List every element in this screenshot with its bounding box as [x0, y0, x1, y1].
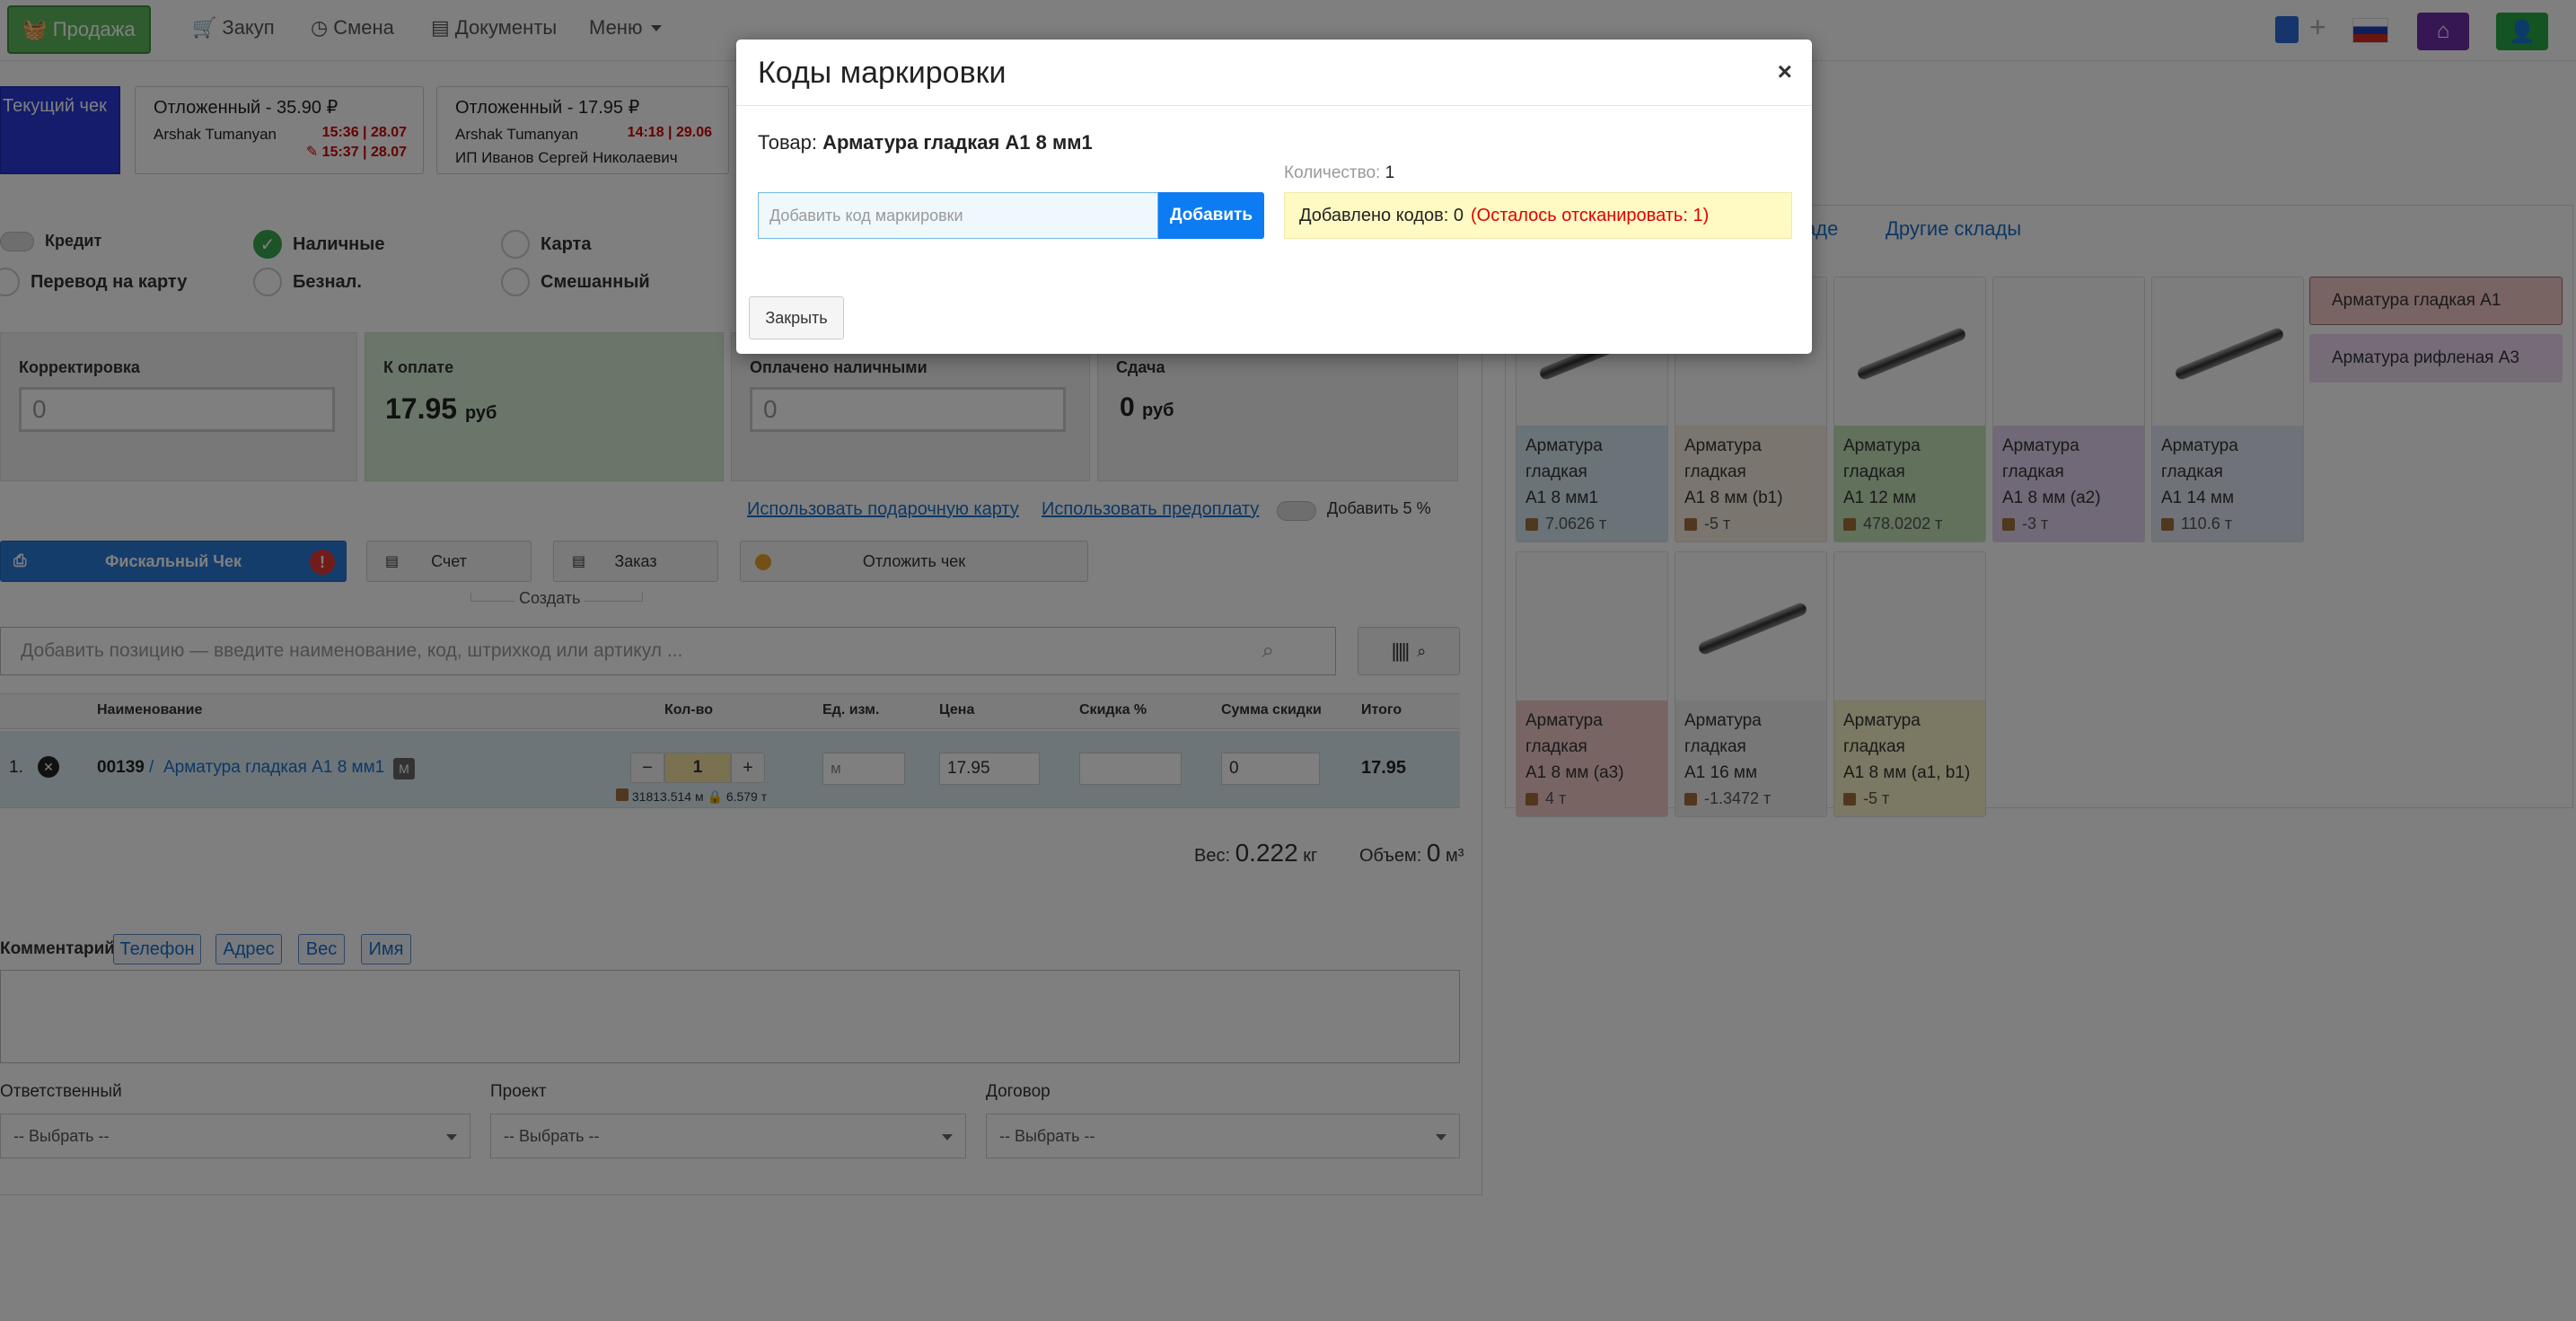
- close-modal-button[interactable]: Закрыть: [749, 296, 844, 339]
- marking-code-input[interactable]: Добавить код маркировки: [758, 192, 1158, 239]
- close-icon[interactable]: ×: [1778, 57, 1792, 86]
- modal-title: Коды маркировки: [758, 56, 1007, 90]
- modal-product-name: Арматура гладкая А1 8 мм1: [822, 131, 1093, 154]
- codes-added-text: Добавлено кодов: 0: [1299, 205, 1464, 225]
- codes-status-box: Добавлено кодов: 0 (Осталось отсканирова…: [1284, 192, 1792, 239]
- modal-qty-value: 1: [1385, 163, 1395, 182]
- pos-app: 🧺 Продажа 🛒 Закуп ◷ Смена ▤ Документы Ме…: [0, 0, 2576, 1321]
- modal-product-label: Товар:: [758, 131, 817, 154]
- modal-qty-label: Количество:: [1284, 163, 1381, 182]
- marking-code-placeholder: Добавить код маркировки: [769, 206, 963, 225]
- modal-header: Коды маркировки ×: [736, 40, 1812, 106]
- modal-product: Товар: Арматура гладкая А1 8 мм1: [758, 131, 1093, 154]
- codes-remaining-text: (Осталось отсканировать: 1): [1471, 205, 1710, 225]
- add-code-button[interactable]: Добавить: [1158, 192, 1264, 239]
- modal-quantity: Количество: 1: [1284, 163, 1394, 183]
- marking-codes-modal: Коды маркировки × Товар: Арматура гладка…: [736, 40, 1812, 354]
